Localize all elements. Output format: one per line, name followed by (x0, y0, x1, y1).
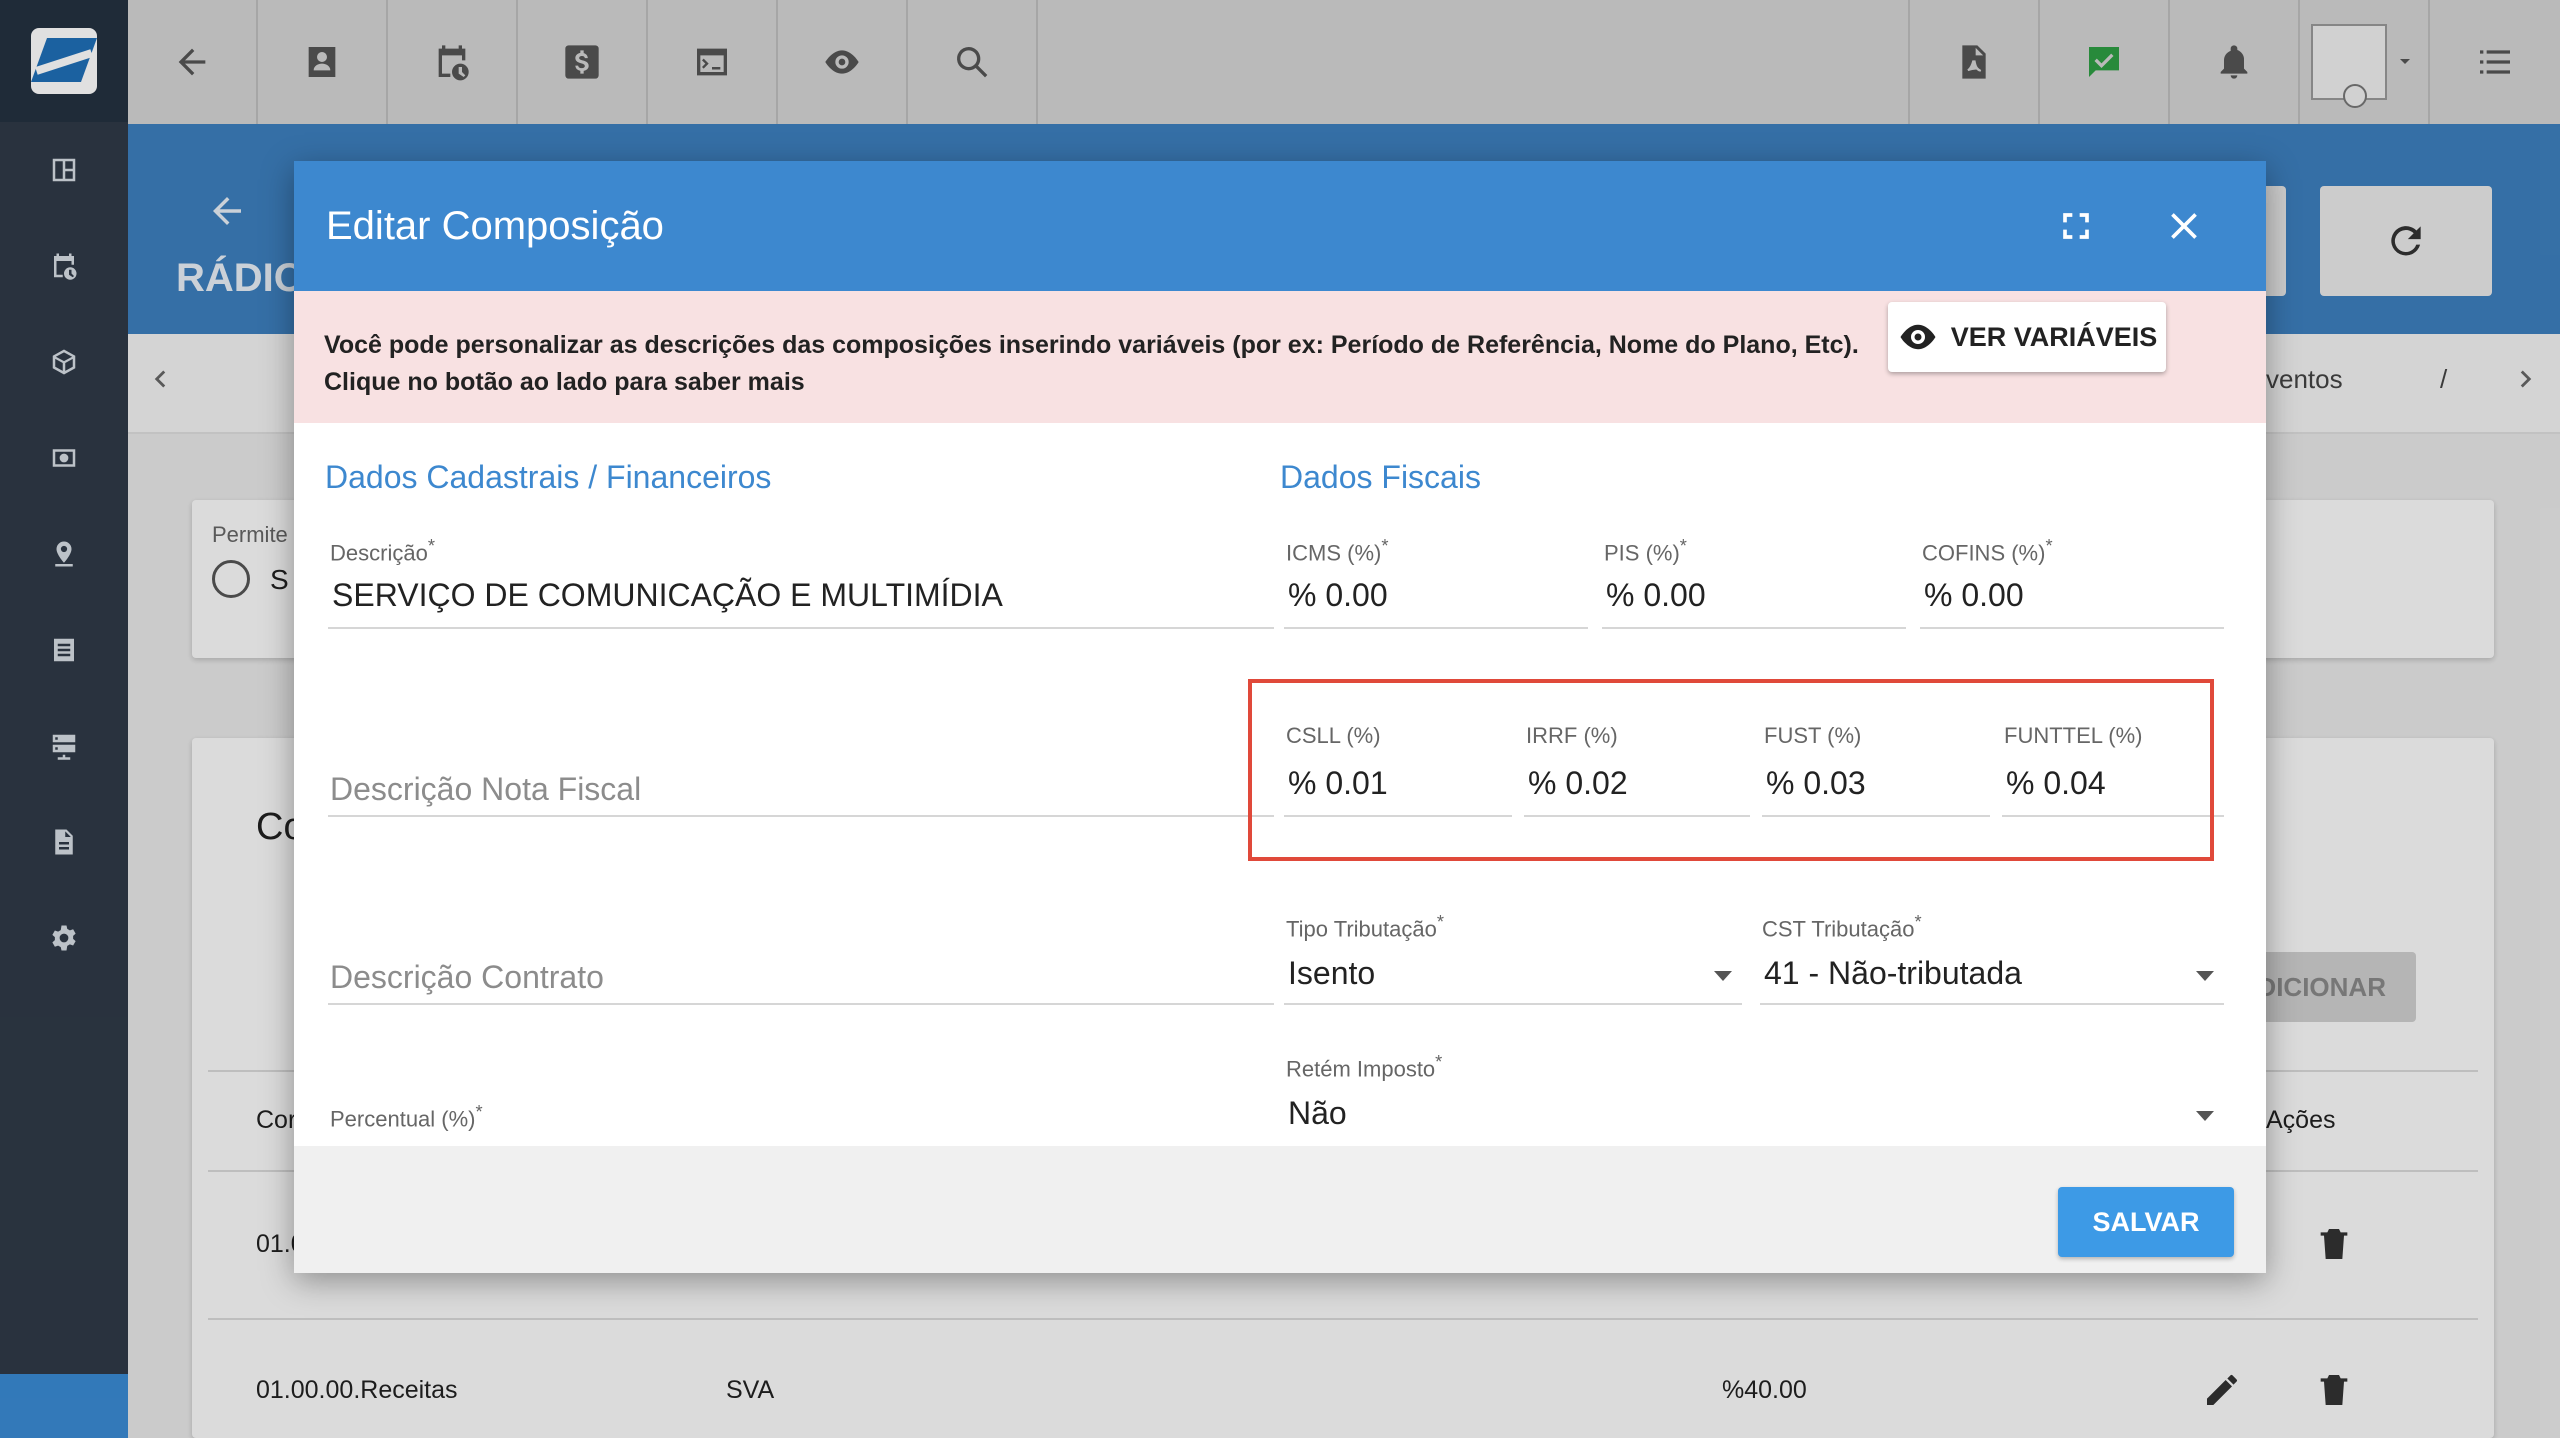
field-value: Não (1288, 1095, 1347, 1131)
tipo-tributacao-select[interactable]: Tipo Tributação* Isento (1284, 911, 1742, 1005)
info-text-line1: Você pode personalizar as descrições das… (324, 331, 1859, 359)
save-button[interactable]: SALVAR (2058, 1187, 2234, 1257)
field-value: % 0.00 (1606, 577, 1706, 613)
close-icon (2171, 213, 2197, 239)
field-placeholder: Descrição Nota Fiscal (330, 771, 642, 807)
field-label: Percentual (%) (330, 1106, 476, 1132)
dialog-footer: SALVAR (294, 1146, 2266, 1273)
cst-tributacao-select[interactable]: CST Tributação* 41 - Não-tributada (1760, 911, 2224, 1005)
retem-imposto-select[interactable]: Retém Imposto* Não (1284, 1051, 2224, 1146)
field-label: PIS (%) (1604, 540, 1680, 566)
eye-icon (1900, 324, 1936, 350)
field-value: Isento (1288, 955, 1376, 991)
info-text-line2: Clique no botão ao lado para saber mais (324, 368, 805, 396)
fullscreen-button[interactable] (2054, 204, 2098, 253)
field-label: Tipo Tributação (1286, 916, 1437, 942)
field-label: Retém Imposto (1286, 1056, 1436, 1082)
descricao-nota-fiscal-field[interactable]: Descrição Nota Fiscal (328, 721, 1274, 817)
section-title-left: Dados Cadastrais / Financeiros (325, 459, 772, 495)
field-label: COFINS (%) (1922, 540, 2046, 566)
close-button[interactable] (2162, 204, 2206, 253)
cofins-field[interactable]: COFINS (%)* % 0.00 (1920, 535, 2224, 629)
field-value: % 0.00 (1924, 577, 2024, 613)
tax-fields-highlight (1248, 679, 2214, 861)
pis-field[interactable]: PIS (%)* % 0.00 (1602, 535, 1906, 629)
field-value: SERVIÇO DE COMUNICAÇÃO E MULTIMÍDIA (332, 577, 1003, 613)
field-label: CST Tributação (1762, 916, 1915, 942)
dialog-header: Editar Composição (294, 161, 2266, 291)
fullscreen-icon (2063, 213, 2089, 239)
field-placeholder: Descrição Contrato (330, 959, 604, 995)
view-variables-button[interactable]: VER VARIÁVEIS (1888, 302, 2166, 372)
caret-down-icon (1714, 971, 1732, 981)
field-value: % 0.00 (1288, 577, 1388, 613)
icms-field[interactable]: ICMS (%)* % 0.00 (1284, 535, 1588, 629)
percentual-field[interactable]: Percentual (%)* (328, 1101, 1274, 1141)
caret-down-icon (2196, 971, 2214, 981)
descricao-contrato-field[interactable]: Descrição Contrato (328, 909, 1274, 1005)
section-title-right: Dados Fiscais (1280, 459, 1481, 495)
field-label: Descrição (330, 540, 428, 566)
view-variables-label: VER VARIÁVEIS (1950, 321, 2158, 352)
field-label: ICMS (%) (1286, 540, 1382, 566)
field-value: 41 - Não-tributada (1764, 955, 2022, 991)
descricao-field[interactable]: Descrição* SERVIÇO DE COMUNICAÇÃO E MULT… (328, 535, 1274, 629)
dialog-title: Editar Composição (326, 203, 664, 248)
caret-down-icon (2196, 1111, 2214, 1121)
